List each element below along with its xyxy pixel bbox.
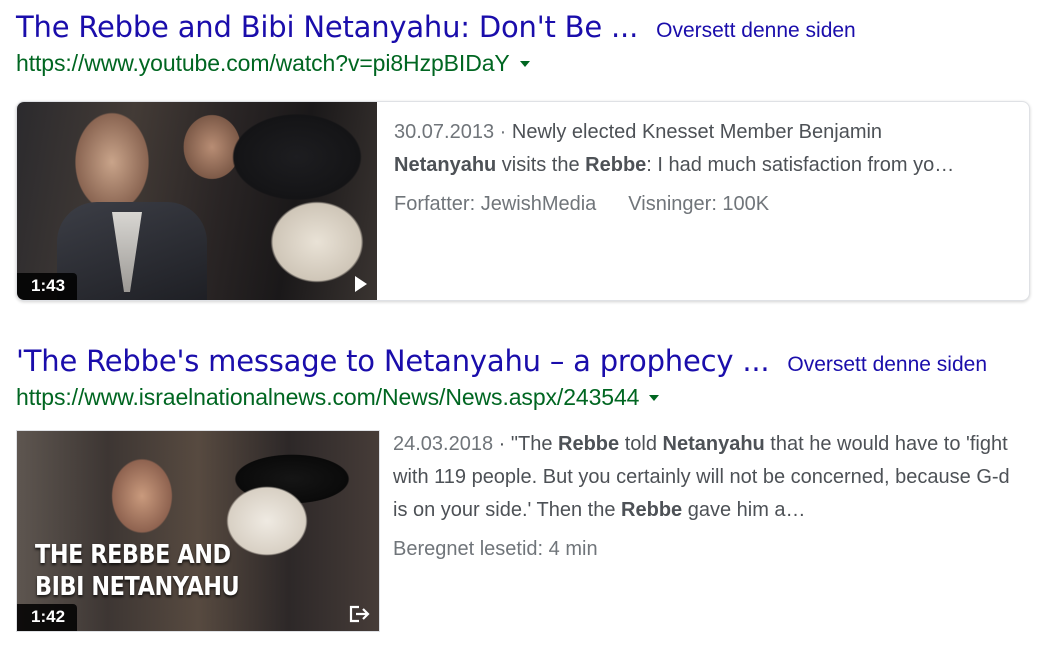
search-result-1: The Rebbe and Bibi Netanyahu: Don't Be .…	[16, 10, 1031, 301]
result-title-row: 'The Rebbe's message to Netanyahu – a pr…	[16, 344, 1031, 378]
snippet-highlight: Rebbe	[558, 433, 620, 455]
result-title-link[interactable]: The Rebbe and Bibi Netanyahu: Don't Be .…	[16, 10, 638, 44]
result-date: 30.07.2013	[394, 121, 495, 143]
snippet-text: told	[619, 433, 663, 455]
video-author: Forfatter: JewishMedia	[394, 193, 597, 215]
result-date: 24.03.2018	[393, 433, 494, 455]
video-meta-row: Forfatter: JewishMedia Visninger: 100K	[394, 188, 1014, 221]
video-card[interactable]: 1:43 30.07.2013 · Newly elected Knesset …	[16, 101, 1030, 301]
result-snippet: 24.03.2018 · "The Rebbe told Netanyahu t…	[393, 428, 1023, 566]
video-thumbnail[interactable]: THE REBBE AND BIBI NETANYAHU 1:42	[16, 430, 380, 632]
result-title-link[interactable]: 'The Rebbe's message to Netanyahu – a pr…	[16, 344, 770, 378]
snippet-line-1: 30.07.2013 · Newly elected Knesset Membe…	[394, 116, 1014, 149]
result-url[interactable]: https://www.israelnationalnews.com/News/…	[16, 384, 639, 411]
snippet-highlight: Netanyahu	[394, 154, 497, 176]
snippet-highlight: Netanyahu	[662, 433, 765, 455]
search-result-2: 'The Rebbe's message to Netanyahu – a pr…	[16, 344, 1031, 632]
thumbnail-caption-line-2: BIBI NETANYAHU	[35, 572, 240, 602]
snippet-text: : I had much satisfaction from yo…	[646, 154, 955, 176]
dropdown-caret-icon[interactable]	[649, 394, 660, 401]
dropdown-caret-icon[interactable]	[519, 60, 530, 67]
snippet-text: · "The	[493, 433, 559, 455]
result-title-row: The Rebbe and Bibi Netanyahu: Don't Be .…	[16, 10, 1031, 44]
snippet-text: Newly elected Knesset Member Benjamin	[511, 121, 883, 143]
snippet-body: 24.03.2018 · "The Rebbe told Netanyahu t…	[393, 428, 1023, 527]
video-duration-badge: 1:42	[17, 604, 78, 631]
video-duration-badge: 1:43	[17, 273, 78, 300]
snippet-text: visits the	[496, 154, 586, 176]
snippet-highlight: Rebbe	[585, 154, 647, 176]
thumbnail-caption: THE REBBE AND BIBI NETANYAHU	[35, 539, 319, 603]
result-url-row: https://www.israelnationalnews.com/News/…	[16, 384, 1031, 411]
video-views: Visninger: 100K	[628, 193, 770, 215]
snippet-text: gave him a…	[682, 499, 806, 521]
result-url-row: https://www.youtube.com/watch?v=pi8HzpBI…	[16, 50, 1031, 77]
translate-page-link[interactable]: Oversett denne siden	[656, 19, 856, 43]
external-exit-icon	[349, 605, 370, 623]
reading-time: Beregnet lesetid: 4 min	[393, 538, 598, 560]
play-icon	[355, 276, 367, 292]
snippet-highlight: Rebbe	[621, 499, 683, 521]
video-thumbnail[interactable]: 1:43	[17, 102, 377, 300]
separator: ·	[494, 121, 512, 143]
result-snippet: 30.07.2013 · Newly elected Knesset Membe…	[394, 116, 1014, 221]
result-url[interactable]: https://www.youtube.com/watch?v=pi8HzpBI…	[16, 50, 510, 77]
translate-page-link[interactable]: Oversett denne siden	[787, 353, 987, 377]
thumbnail-caption-line-1: THE REBBE AND	[35, 540, 231, 570]
snippet-line-2: Netanyahu visits the Rebbe: I had much s…	[394, 149, 1014, 182]
